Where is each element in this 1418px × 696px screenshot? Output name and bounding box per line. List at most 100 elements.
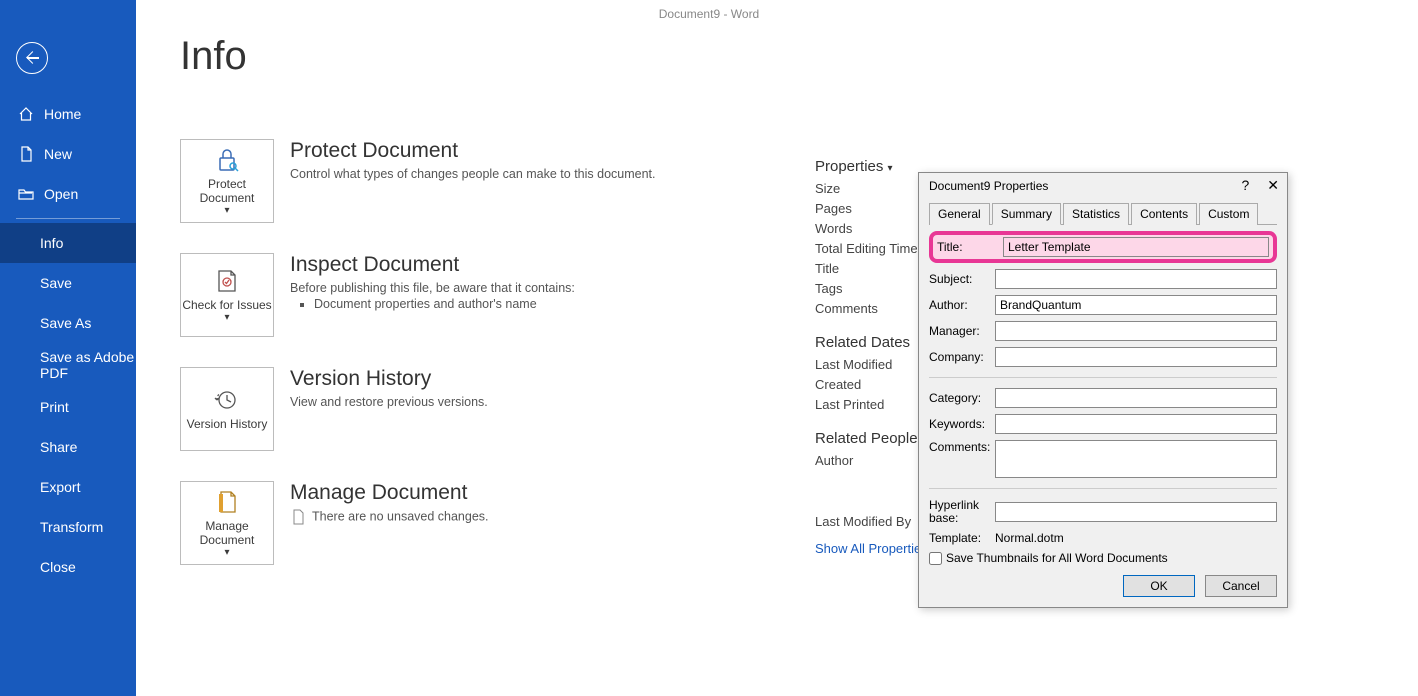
- button-label: Check for Issues: [182, 298, 271, 312]
- separator: [929, 488, 1277, 489]
- lock-icon: [212, 147, 242, 173]
- properties-dialog: Document9 Properties ? ✕ General Summary…: [918, 172, 1288, 608]
- protect-document-button[interactable]: Protect Document▾: [180, 139, 274, 223]
- chevron-down-icon: ▾: [888, 163, 893, 174]
- sidebar-label: Save As: [40, 315, 91, 331]
- sidebar-label: Share: [40, 439, 77, 455]
- button-label: Version History: [187, 417, 268, 431]
- tab-custom[interactable]: Custom: [1199, 203, 1258, 225]
- tab-general[interactable]: General: [929, 203, 990, 225]
- document-icon: [212, 489, 242, 515]
- help-icon[interactable]: ?: [1241, 177, 1249, 194]
- prop-editing-time: Total Editing Time: [815, 241, 928, 256]
- button-label: Protect Document: [181, 177, 273, 205]
- comments-input[interactable]: [995, 440, 1277, 478]
- page-title: Info: [180, 34, 1374, 79]
- author-label: Author:: [929, 298, 995, 312]
- show-all-properties-link[interactable]: Show All Properties: [815, 541, 928, 556]
- prop-comments: Comments: [815, 301, 928, 316]
- sidebar-label: Print: [40, 399, 69, 415]
- sidebar: Home New Open Info Save Save As Save as …: [0, 0, 136, 696]
- sidebar-item-transform[interactable]: Transform: [0, 507, 136, 547]
- sidebar-label: Save as Adobe PDF: [40, 349, 136, 381]
- sidebar-item-print[interactable]: Print: [0, 387, 136, 427]
- save-thumbnails-checkbox[interactable]: [929, 552, 942, 565]
- sidebar-label: Close: [40, 559, 76, 575]
- category-label: Category:: [929, 391, 995, 405]
- prop-last-modified-by: Last Modified By: [815, 514, 928, 529]
- section-text: Inspect Document Before publishing this …: [290, 253, 575, 311]
- sidebar-item-save-adobe-pdf[interactable]: Save as Adobe PDF: [0, 343, 136, 387]
- section-text: Protect Document Control what types of c…: [290, 139, 656, 181]
- folder-open-icon: [18, 186, 34, 202]
- close-icon[interactable]: ✕: [1267, 177, 1279, 194]
- template-row: Template: Normal.dotm: [929, 531, 1277, 545]
- section-description: There are no unsaved changes.: [290, 509, 489, 525]
- sidebar-item-close[interactable]: Close: [0, 547, 136, 587]
- hyperlink-base-input[interactable]: [995, 502, 1277, 522]
- prop-pages: Pages: [815, 201, 928, 216]
- sidebar-label: Save: [40, 275, 72, 291]
- keywords-label: Keywords:: [929, 417, 995, 431]
- tab-summary[interactable]: Summary: [992, 203, 1061, 225]
- check-for-issues-button[interactable]: Check for Issues▾: [180, 253, 274, 337]
- keywords-input[interactable]: [995, 414, 1277, 434]
- template-value: Normal.dotm: [995, 531, 1064, 545]
- hyperlink-base-label: Hyperlink base:: [929, 499, 995, 525]
- sidebar-label: Info: [40, 235, 63, 251]
- section-text: Version History View and restore previou…: [290, 367, 488, 409]
- dialog-buttons: OK Cancel: [919, 575, 1287, 607]
- sidebar-item-export[interactable]: Export: [0, 467, 136, 507]
- sidebar-item-save[interactable]: Save: [0, 263, 136, 303]
- cancel-button[interactable]: Cancel: [1205, 575, 1277, 597]
- inspect-icon: [212, 268, 242, 294]
- section-description: Control what types of changes people can…: [290, 167, 656, 181]
- home-icon: [18, 106, 34, 122]
- subject-input[interactable]: [995, 269, 1277, 289]
- company-label: Company:: [929, 350, 995, 364]
- prop-last-modified: Last Modified: [815, 357, 928, 372]
- history-icon: [212, 387, 242, 413]
- inspect-bullet: Document properties and author's name: [314, 297, 575, 311]
- prop-last-printed: Last Printed: [815, 397, 928, 412]
- prop-title: Title: [815, 261, 928, 276]
- company-input[interactable]: [995, 347, 1277, 367]
- tab-statistics[interactable]: Statistics: [1063, 203, 1129, 225]
- section-heading: Manage Document: [290, 481, 489, 505]
- sidebar-item-home[interactable]: Home: [0, 94, 136, 134]
- button-label: Manage Document: [181, 519, 273, 547]
- chevron-down-icon: ▾: [224, 312, 229, 323]
- ok-button[interactable]: OK: [1123, 575, 1195, 597]
- title-input[interactable]: [1003, 237, 1269, 257]
- sidebar-item-share[interactable]: Share: [0, 427, 136, 467]
- separator: [929, 377, 1277, 378]
- chevron-down-icon: ▾: [224, 205, 229, 216]
- back-icon[interactable]: [16, 42, 48, 74]
- manager-label: Manager:: [929, 324, 995, 338]
- file-icon: [18, 146, 34, 162]
- tab-contents[interactable]: Contents: [1131, 203, 1197, 225]
- manage-document-button[interactable]: Manage Document▾: [180, 481, 274, 565]
- sidebar-item-info[interactable]: Info: [0, 223, 136, 263]
- dialog-tabs: General Summary Statistics Contents Cust…: [919, 198, 1287, 224]
- category-input[interactable]: [995, 388, 1277, 408]
- sidebar-item-saveas[interactable]: Save As: [0, 303, 136, 343]
- subject-label: Subject:: [929, 272, 995, 286]
- tab-panel-summary: Title: Subject: Author: Manager: Company…: [929, 224, 1277, 565]
- author-input[interactable]: [995, 295, 1277, 315]
- prop-tags: Tags: [815, 281, 928, 296]
- sidebar-item-open[interactable]: Open: [0, 174, 136, 214]
- sidebar-item-new[interactable]: New: [0, 134, 136, 174]
- sidebar-label: Transform: [40, 519, 103, 535]
- properties-heading[interactable]: Properties ▾: [815, 158, 928, 175]
- prop-author: Author: [815, 453, 928, 468]
- prop-created: Created: [815, 377, 928, 392]
- sidebar-label: Export: [40, 479, 80, 495]
- title-field-highlight: Title:: [929, 231, 1277, 263]
- manager-input[interactable]: [995, 321, 1277, 341]
- prop-size: Size: [815, 181, 928, 196]
- version-history-button[interactable]: Version History: [180, 367, 274, 451]
- title-label: Title:: [937, 240, 1003, 254]
- section-heading: Inspect Document: [290, 253, 575, 277]
- section-heading: Version History: [290, 367, 488, 391]
